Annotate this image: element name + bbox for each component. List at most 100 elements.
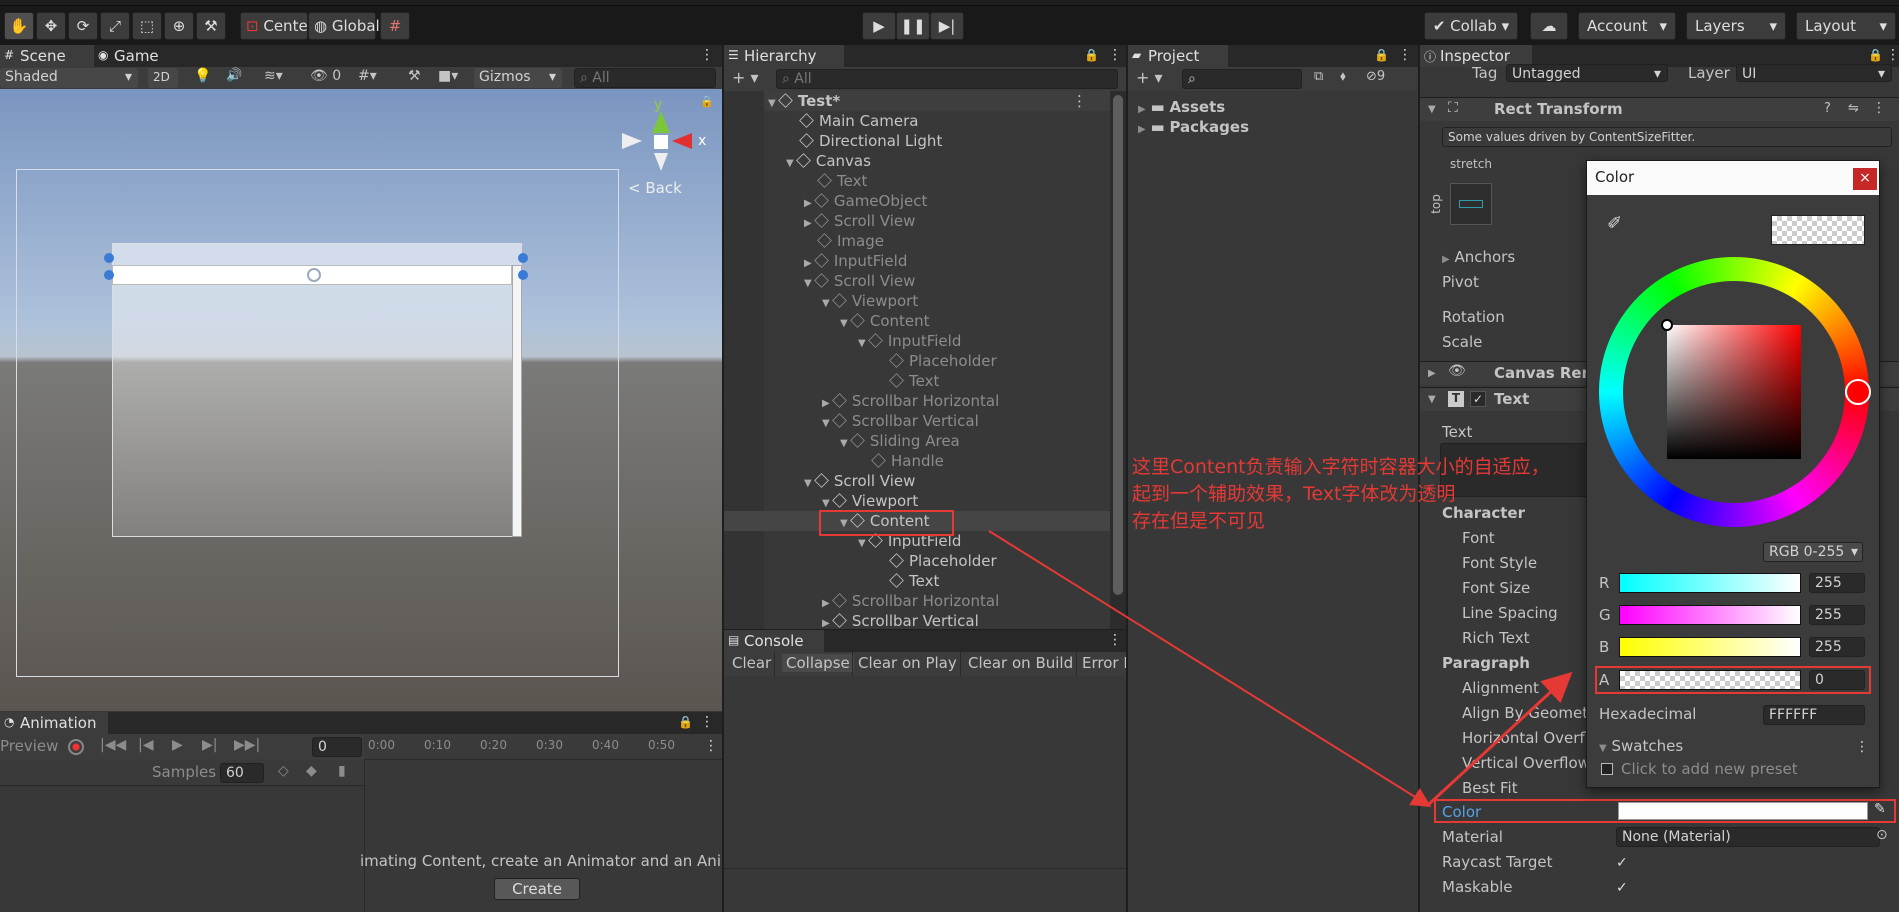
preset-icon[interactable]: ⇋	[1848, 101, 1859, 116]
hierarchy-item[interactable]: Placeholder	[876, 351, 997, 371]
hierarchy-scrollbar[interactable]	[1110, 91, 1126, 629]
b-slider[interactable]	[1619, 637, 1801, 657]
shading-dropdown[interactable]: Shaded ▾	[0, 68, 138, 88]
space-toggle[interactable]: ◍ Global	[308, 12, 380, 40]
project-folder-assets[interactable]: ▶ ▬ Assets	[1138, 97, 1225, 117]
play-icon[interactable]: ▶	[172, 737, 183, 753]
hierarchy-item[interactable]: Text	[876, 371, 939, 391]
create-dropdown[interactable]: + ▾	[1136, 68, 1163, 87]
hierarchy-item[interactable]: ▶ Scrollbar Horizontal	[822, 391, 999, 411]
hierarchy-item[interactable]: ▶ Scroll View	[804, 211, 915, 231]
hierarchy-item[interactable]: ▶ GameObject	[804, 191, 927, 211]
kebab-menu-icon[interactable]: ⋮	[1108, 632, 1122, 648]
scrollbar-thumb[interactable]	[1113, 95, 1123, 595]
hierarchy-item[interactable]: ▶ InputField	[804, 251, 907, 271]
lighting-icon[interactable]: 💡	[194, 68, 211, 84]
lock-icon[interactable]: 🔒	[1374, 48, 1389, 62]
hidden-packages-toggle[interactable]: ⊘9	[1366, 69, 1385, 84]
hierarchy-search-input[interactable]: ⌕ All	[776, 69, 1118, 89]
hierarchy-item[interactable]: ▼ Test* ⋮	[768, 91, 1087, 111]
kebab-menu-icon[interactable]: ⋮	[1072, 91, 1087, 111]
kebab-menu-icon[interactable]: ⋮	[700, 714, 714, 730]
collab-button[interactable]: ✔ Collab ▾	[1424, 12, 1518, 40]
r-slider[interactable]	[1619, 573, 1801, 593]
hierarchy-item[interactable]: ▼ Viewport	[822, 491, 918, 511]
timeline-ruler[interactable]: 0:00 0:10 0:20 0:30 0:40 0:50 ⋮	[364, 734, 722, 760]
tools-icon[interactable]: ⚒	[408, 68, 421, 84]
material-field[interactable]: None (Material)	[1616, 827, 1880, 847]
lock-icon[interactable]: 🔒	[1084, 48, 1099, 62]
tab-hierarchy[interactable]: ☰ Hierarchy	[724, 45, 844, 67]
2d-toggle[interactable]: 2D	[148, 68, 178, 88]
anchor-handle[interactable]	[104, 270, 114, 280]
color-mode-dropdown[interactable]: RGB 0-255 ▾	[1763, 542, 1863, 562]
audio-icon[interactable]: 🔊	[226, 68, 242, 83]
hidden-objects-toggle[interactable]: 👁 0	[310, 68, 341, 84]
anchor-handle[interactable]	[104, 253, 114, 263]
console-error-pause-button[interactable]: Error P	[1082, 654, 1126, 672]
lock-icon[interactable]: 🔒	[1868, 48, 1883, 62]
kebab-menu-icon[interactable]: ⋮	[1398, 47, 1412, 63]
g-slider[interactable]	[1619, 605, 1801, 625]
rect-tool-icon[interactable]: ⬚	[132, 12, 162, 40]
frame-input[interactable]: 0	[312, 737, 362, 757]
tab-animation[interactable]: ◔ Animation	[0, 712, 108, 734]
anchor-handle[interactable]	[518, 270, 528, 280]
cloud-icon[interactable]: ☁	[1530, 12, 1568, 40]
hierarchy-item[interactable]: Main Camera	[786, 111, 918, 131]
account-dropdown[interactable]: Account ▾	[1578, 12, 1676, 40]
kebab-menu-icon[interactable]: ⋮	[700, 47, 714, 63]
record-icon[interactable]	[68, 739, 84, 755]
console-clear-button[interactable]: Clear	[732, 654, 771, 672]
console-collapse-button[interactable]: Collapse	[782, 654, 854, 672]
preset-library-icon[interactable]	[1601, 763, 1613, 775]
scale-tool-icon[interactable]: ⤢	[100, 12, 130, 40]
scene-viewport[interactable]: y x < Back 🔒	[0, 89, 722, 711]
sv-cursor[interactable]	[1661, 319, 1673, 331]
b-input[interactable]: 255	[1809, 637, 1865, 657]
event-marker-icon[interactable]: ▮	[338, 763, 346, 779]
text-enabled-checkbox[interactable]: ✓	[1470, 391, 1486, 407]
move-tool-icon[interactable]: ✥	[36, 12, 66, 40]
object-picker-icon[interactable]: ⊙	[1876, 827, 1888, 843]
pivot-toggle[interactable]: ⊡ Center	[240, 12, 314, 40]
anchors-row[interactable]: ▶ Anchors	[1442, 248, 1515, 266]
scroll-view-rect[interactable]	[112, 243, 522, 537]
tab-game[interactable]: ◉ Game	[94, 45, 186, 67]
anchor-preset-button[interactable]	[1450, 183, 1492, 225]
console-clear-on-play-button[interactable]: Clear on Play	[858, 654, 957, 672]
rect-transform-header[interactable]: ▼ ⛶ Rect Transform ? ⇋ ⋮	[1420, 97, 1899, 121]
pivot-handle[interactable]	[307, 268, 321, 282]
eyedropper-icon[interactable]: ✐	[1607, 213, 1622, 234]
layer-dropdown[interactable]: UI ▾	[1736, 64, 1892, 82]
raycast-target-checkbox[interactable]: ✓	[1616, 855, 1632, 871]
hierarchy-item[interactable]: ▼ Canvas	[786, 151, 871, 171]
lock-icon[interactable]: 🔒	[678, 715, 693, 729]
effects-icon[interactable]: ≋▾	[264, 68, 283, 84]
anchor-handle[interactable]	[518, 253, 528, 263]
transform-tool-icon[interactable]: ⊕	[164, 12, 194, 40]
hierarchy-item[interactable]: Text	[876, 571, 939, 591]
swatches-header[interactable]: ▼ Swatches	[1599, 737, 1683, 755]
grid-toggle-icon[interactable]: #▾	[358, 68, 377, 84]
close-button[interactable]: ×	[1853, 168, 1877, 190]
layout-dropdown[interactable]: Layout ▾	[1796, 12, 1896, 40]
g-input[interactable]: 255	[1809, 605, 1865, 625]
scene-orientation-gizmo[interactable]: y x < Back 🔒	[618, 95, 718, 205]
create-button[interactable]: Create	[494, 878, 580, 900]
hierarchy-item[interactable]: ▼ Sliding Area	[840, 431, 960, 451]
filter-label-icon[interactable]: ⬧	[1340, 69, 1346, 84]
hierarchy-item[interactable]: Text	[804, 171, 867, 191]
filter-type-icon[interactable]: ⧉	[1314, 69, 1323, 84]
prev-key-icon[interactable]: |◀	[138, 737, 153, 753]
add-preset-hint[interactable]: Click to add new preset	[1621, 760, 1798, 778]
hierarchy-item[interactable]: ▶ Scrollbar Horizontal	[822, 591, 999, 611]
kebab-menu-icon[interactable]: ⋮	[1855, 739, 1869, 755]
play-button[interactable]: ▶	[862, 12, 896, 40]
tab-console[interactable]: ▤ Console	[724, 630, 824, 652]
maskable-checkbox[interactable]: ✓	[1616, 880, 1632, 896]
hierarchy-item[interactable]: ▼ Scroll View	[804, 271, 915, 291]
lock-icon[interactable]: 🔒	[700, 95, 714, 108]
kebab-menu-icon[interactable]: ⋮	[1886, 47, 1899, 63]
tag-dropdown[interactable]: Untagged ▾	[1506, 64, 1668, 82]
